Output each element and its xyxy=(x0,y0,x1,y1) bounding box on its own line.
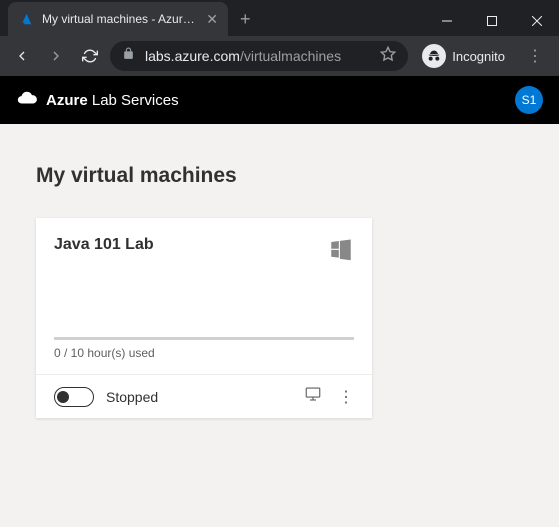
user-avatar[interactable]: S1 xyxy=(515,86,543,114)
url-host: labs.azure.com xyxy=(145,48,240,64)
vm-card: Java 101 Lab 0 / 10 hour(s) used Stopped… xyxy=(36,218,372,418)
incognito-indicator: Incognito xyxy=(414,44,513,68)
new-tab-button[interactable]: + xyxy=(240,9,251,30)
app-name: Azure Lab Services xyxy=(46,92,179,109)
page-title: My virtual machines xyxy=(36,164,523,188)
url-path: /virtualmachines xyxy=(240,48,341,64)
usage-progress-bar xyxy=(54,337,354,340)
reload-button[interactable] xyxy=(76,42,104,70)
vm-status: Stopped xyxy=(106,389,158,405)
app-header: Azure Lab Services S1 xyxy=(0,76,559,124)
back-button[interactable] xyxy=(8,42,36,70)
address-bar[interactable]: labs.azure.com/virtualmachines xyxy=(110,41,408,71)
window-controls xyxy=(424,6,559,36)
azure-favicon xyxy=(18,11,34,27)
tab-title: My virtual machines - Azure Lab xyxy=(42,12,198,26)
url-text: labs.azure.com/virtualmachines xyxy=(145,48,370,64)
maximize-button[interactable] xyxy=(469,6,514,36)
minimize-button[interactable] xyxy=(424,6,469,36)
bookmark-icon[interactable] xyxy=(380,46,396,67)
toggle-knob xyxy=(57,391,69,403)
forward-button[interactable] xyxy=(42,42,70,70)
incognito-icon xyxy=(422,44,446,68)
connect-icon[interactable] xyxy=(304,385,322,408)
usage-text: 0 / 10 hour(s) used xyxy=(54,346,354,360)
windows-icon xyxy=(328,236,354,267)
window-titlebar: My virtual machines - Azure Lab ✕ + xyxy=(0,0,559,36)
cloud-icon xyxy=(16,87,38,114)
vm-name: Java 101 Lab xyxy=(54,236,154,254)
main-content: My virtual machines Java 101 Lab 0 / 10 … xyxy=(0,124,559,458)
close-window-button[interactable] xyxy=(514,6,559,36)
app-logo[interactable]: Azure Lab Services xyxy=(16,87,179,114)
power-toggle[interactable] xyxy=(54,387,94,407)
tab-close-icon[interactable]: ✕ xyxy=(206,11,218,28)
browser-toolbar: labs.azure.com/virtualmachines Incognito… xyxy=(0,36,559,76)
page-content: Azure Lab Services S1 My virtual machine… xyxy=(0,76,559,527)
incognito-label: Incognito xyxy=(452,49,505,64)
browser-menu-button[interactable]: ⋮ xyxy=(519,46,551,66)
lock-icon xyxy=(122,47,135,65)
browser-tab[interactable]: My virtual machines - Azure Lab ✕ xyxy=(8,2,228,36)
more-options-icon[interactable]: ⋮ xyxy=(338,387,354,407)
